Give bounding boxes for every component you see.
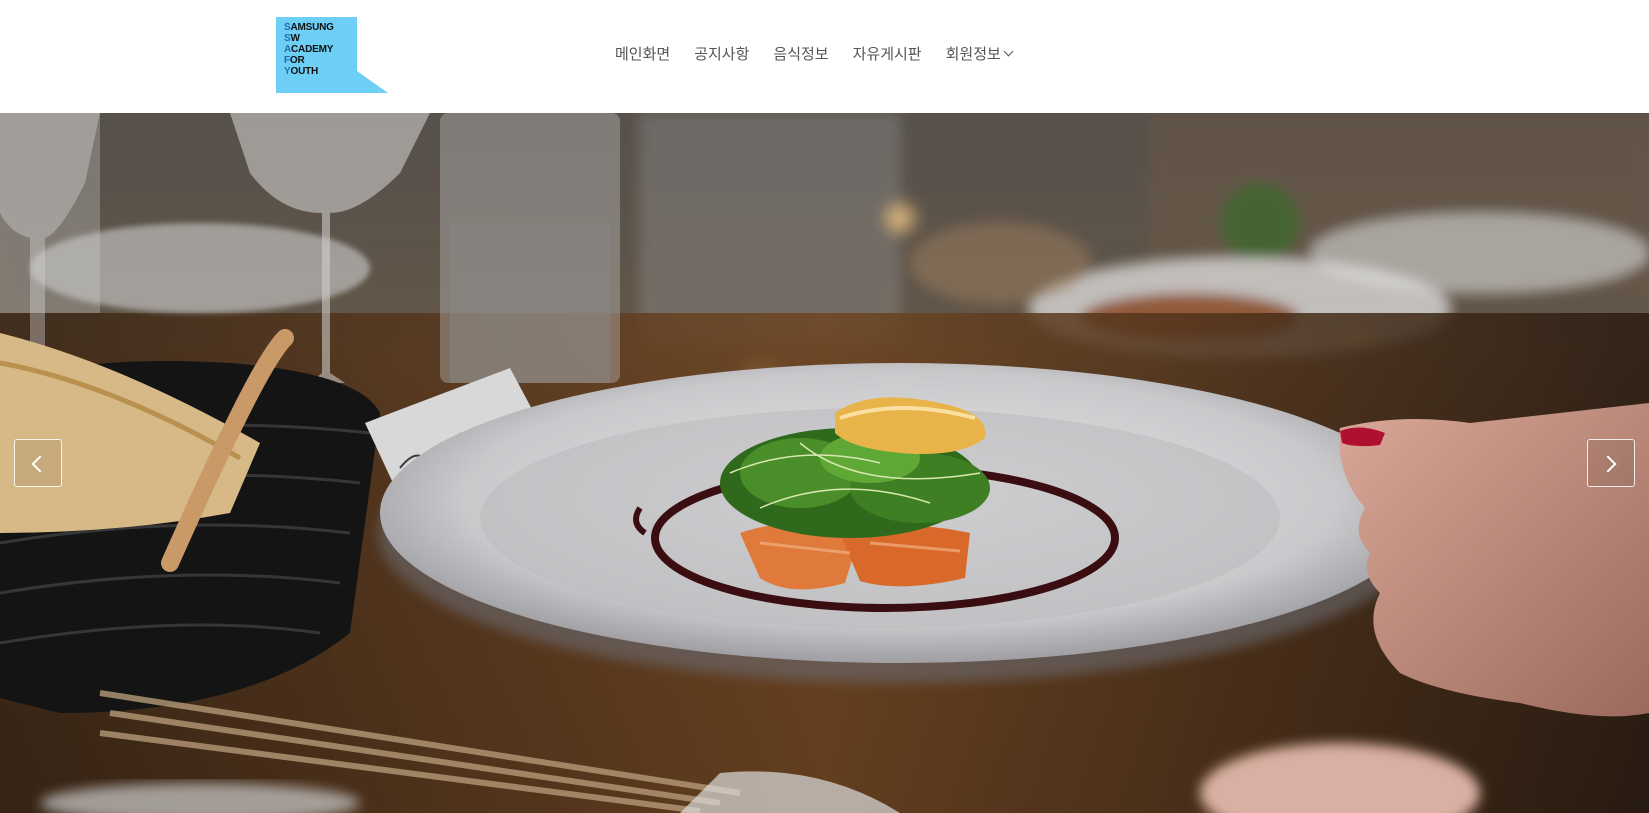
ssafy-logo[interactable]: SAMSUNG SW ACADEMY FOR YOUTH: [276, 17, 388, 93]
nav-item-label: 음식정보: [773, 44, 829, 63]
nav-item-notice[interactable]: 공지사항: [694, 43, 749, 64]
nav-item-label: 자유게시판: [852, 44, 922, 63]
logo-text: SAMSUNG SW ACADEMY FOR YOUTH: [284, 22, 334, 77]
hero-image: [0, 113, 1649, 813]
chevron-left-icon: [31, 455, 49, 473]
carousel-next-button[interactable]: [1587, 439, 1635, 487]
hero-carousel: [0, 113, 1649, 813]
chevron-down-icon: [1003, 46, 1014, 57]
nav-item-label: 메인화면: [615, 44, 671, 63]
logo-line-5: YOUTH: [284, 66, 319, 77]
carousel-prev-button[interactable]: [14, 439, 62, 487]
logo-line-4: FOR: [284, 55, 305, 66]
nav-item-home[interactable]: 메인화면: [615, 43, 670, 64]
nav-item-free-board[interactable]: 자유게시판: [853, 43, 922, 64]
main-nav: 메인화면 공지사항 음식정보 자유게시판 회원정보: [615, 40, 1014, 66]
nav-item-food-info[interactable]: 음식정보: [773, 43, 828, 64]
logo-line-2: SW: [284, 33, 300, 44]
chevron-right-icon: [1599, 455, 1617, 473]
nav-item-label: 회원정보: [945, 44, 1001, 63]
logo-line-1: SAMSUNG: [284, 22, 334, 33]
logo-line-3: ACADEMY: [284, 44, 334, 55]
nav-item-member-info[interactable]: 회원정보: [945, 43, 1014, 64]
site-header: SAMSUNG SW ACADEMY FOR YOUTH 메인화면 공지사항 음…: [0, 0, 1649, 113]
nav-item-label: 공지사항: [694, 44, 750, 63]
